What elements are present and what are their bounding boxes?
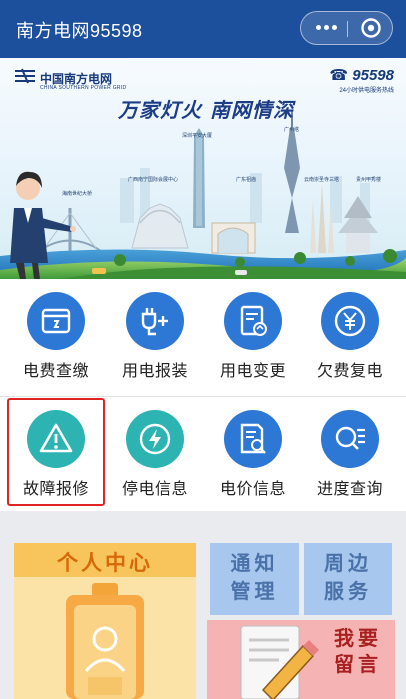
title-bar: 南方电网95598 bbox=[0, 0, 406, 58]
service-bill-payment[interactable]: 电费查缴 bbox=[6, 279, 106, 393]
nearby-service-card[interactable]: 周边 服务 bbox=[304, 543, 392, 615]
bill-card-icon bbox=[27, 292, 85, 350]
id-badge-icon bbox=[66, 583, 144, 699]
notice-line-1: 通知 bbox=[230, 553, 279, 575]
hotline: ☎ 95598 24小时供电服务热线 bbox=[329, 66, 394, 94]
service-label: 欠费复电 bbox=[316, 363, 383, 380]
notice-management-card[interactable]: 通知 管理 bbox=[210, 543, 299, 615]
mini-program-capsule bbox=[300, 11, 393, 45]
document-change-icon bbox=[224, 292, 282, 350]
target-circle-icon[interactable] bbox=[353, 12, 389, 44]
landmark-label: 广西南宁国际会展中心 bbox=[128, 177, 179, 183]
capsule-divider bbox=[347, 21, 348, 37]
landmark-label: 广东祖庙 bbox=[236, 177, 257, 183]
service-label: 用电报装 bbox=[121, 363, 188, 380]
service-label: 电价信息 bbox=[219, 481, 286, 498]
note-pencil-icon bbox=[240, 625, 319, 699]
service-change[interactable]: 用电变更 bbox=[203, 279, 303, 393]
leave-message-card[interactable]: 我要 留言 bbox=[207, 620, 395, 699]
landmark-label: 云南崇圣寺三塔 bbox=[304, 177, 340, 183]
service-progress-query[interactable]: 进度查询 bbox=[300, 397, 400, 511]
promo-banner[interactable]: 中国南方电网 CHINA SOUTHERN POWER GRID ☎ 95598… bbox=[0, 58, 406, 279]
service-reconnect[interactable]: 欠费复电 bbox=[300, 279, 400, 393]
service-grid: 电费查缴 用电报装 用电变更 欠费复电 故障报修 停电信息 电价信息 进度查询 bbox=[0, 279, 406, 511]
message-line-1: 我要 bbox=[334, 628, 382, 650]
feature-cards: 个人中心 通知 管理 周边 服务 我要 留言 bbox=[0, 530, 406, 699]
yen-coin-icon bbox=[321, 292, 379, 350]
service-installation[interactable]: 用电报装 bbox=[105, 279, 205, 393]
nearby-line-1: 周边 bbox=[324, 553, 372, 575]
service-outage-info[interactable]: 停电信息 bbox=[105, 397, 205, 511]
notice-line-2: 管理 bbox=[230, 581, 279, 603]
nearby-line-2: 服务 bbox=[324, 581, 372, 603]
service-label: 电费查缴 bbox=[22, 363, 89, 380]
hotline-subtitle: 24小时供电服务热线 bbox=[339, 88, 394, 94]
plug-add-icon bbox=[126, 292, 184, 350]
selection-highlight bbox=[7, 398, 105, 506]
phone-icon: ☎ bbox=[329, 67, 349, 84]
landmark-label: 深圳平安大厦 bbox=[182, 133, 213, 139]
message-line-2: 留言 bbox=[334, 654, 382, 676]
document-search-icon bbox=[224, 410, 282, 468]
search-list-icon bbox=[321, 410, 379, 468]
page-title: 南方电网95598 bbox=[16, 21, 143, 41]
lightning-icon bbox=[126, 410, 184, 468]
service-label: 停电信息 bbox=[121, 481, 188, 498]
service-price-info[interactable]: 电价信息 bbox=[203, 397, 303, 511]
grid-logo-icon bbox=[15, 68, 35, 84]
message-label: 我要 留言 bbox=[323, 626, 393, 678]
banner-slogan: 万家灯火 南网情深 bbox=[118, 98, 294, 122]
brand-name-en: CHINA SOUTHERN POWER GRID bbox=[40, 85, 127, 91]
service-label: 用电变更 bbox=[219, 363, 286, 380]
service-label: 进度查询 bbox=[316, 481, 383, 498]
landmark-label: 广州塔 bbox=[284, 127, 300, 133]
landmark-label: 海南世纪大桥 bbox=[62, 191, 93, 197]
hotline-number: 95598 bbox=[352, 67, 394, 84]
more-dots-icon[interactable] bbox=[309, 12, 343, 44]
landmark-label: 贵州甲秀楼 bbox=[356, 177, 382, 183]
personal-center-card[interactable]: 个人中心 bbox=[14, 543, 196, 699]
